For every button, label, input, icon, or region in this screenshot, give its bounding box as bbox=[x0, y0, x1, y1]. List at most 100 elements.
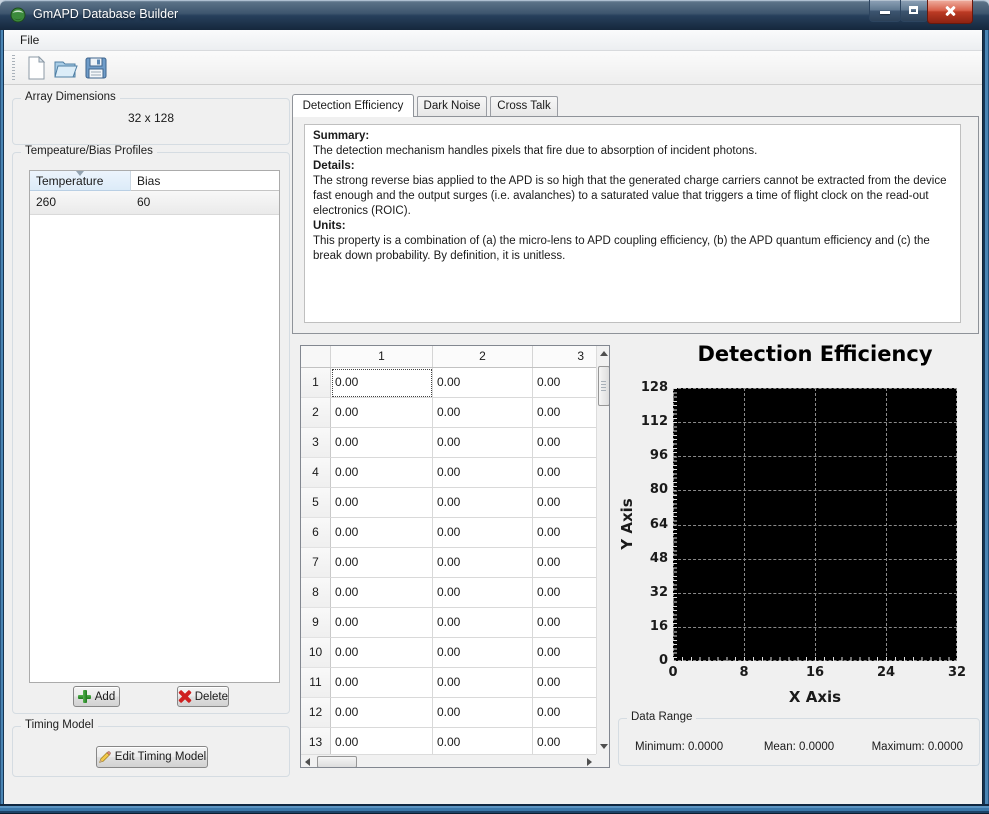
grid-cell[interactable]: 0.00 bbox=[433, 518, 533, 548]
profiles-table-header: Temperature Bias bbox=[30, 171, 279, 191]
grid-cell[interactable]: 0.00 bbox=[533, 488, 596, 518]
minimize-button[interactable] bbox=[869, 0, 901, 22]
scroll-right-icon[interactable] bbox=[587, 758, 592, 766]
grid-column-header-3[interactable]: 3 bbox=[533, 346, 596, 367]
delete-button-label: Delete bbox=[195, 691, 228, 703]
grid-row-header[interactable]: 6 bbox=[301, 518, 331, 548]
close-button[interactable] bbox=[927, 0, 973, 24]
vertical-scroll-thumb[interactable] bbox=[598, 366, 610, 406]
app-window: GmAPD Database Builder File bbox=[0, 0, 989, 814]
delete-button[interactable]: Delete bbox=[177, 686, 229, 707]
scroll-up-icon[interactable] bbox=[600, 351, 608, 356]
grid-cell[interactable]: 0.00 bbox=[533, 518, 596, 548]
grid-cell[interactable]: 0.00 bbox=[331, 488, 433, 518]
toolbar bbox=[4, 51, 982, 85]
grid-cell[interactable]: 0.00 bbox=[533, 578, 596, 608]
profile-temperature-cell[interactable]: 260 bbox=[30, 191, 131, 214]
grid-cell[interactable]: 0.00 bbox=[433, 578, 533, 608]
grid-vertical-scrollbar[interactable] bbox=[596, 346, 609, 754]
grid-row-header[interactable]: 1 bbox=[301, 368, 331, 398]
timing-model-label: Timing Model bbox=[21, 719, 98, 731]
open-file-icon bbox=[53, 56, 79, 80]
grid-cell[interactable]: 0.00 bbox=[433, 428, 533, 458]
app-icon bbox=[10, 7, 26, 23]
maximize-button[interactable] bbox=[900, 0, 928, 22]
grid-cell[interactable]: 0.00 bbox=[433, 698, 533, 728]
y-tick-label: 32 bbox=[650, 585, 668, 601]
grid-cell[interactable]: 0.00 bbox=[331, 668, 433, 698]
grid-column-header-1[interactable]: 1 bbox=[331, 346, 433, 367]
grid-row: 100.000.000.00 bbox=[301, 638, 596, 668]
grid-cell[interactable]: 0.00 bbox=[331, 368, 433, 398]
grid-row: 40.000.000.00 bbox=[301, 458, 596, 488]
toolbar-drag-handle[interactable] bbox=[12, 55, 15, 80]
grid-cell[interactable]: 0.00 bbox=[533, 368, 596, 398]
grid-cell[interactable]: 0.00 bbox=[433, 638, 533, 668]
grid-row-header[interactable]: 5 bbox=[301, 488, 331, 518]
tab-detection-efficiency[interactable]: Detection Efficiency bbox=[292, 94, 414, 117]
grid-horizontal-scrollbar[interactable] bbox=[301, 754, 596, 767]
tab-cross-talk[interactable]: Cross Talk bbox=[490, 96, 558, 117]
horizontal-scroll-thumb[interactable] bbox=[317, 756, 357, 768]
tab-dark-noise[interactable]: Dark Noise bbox=[417, 96, 487, 117]
grid-row-header[interactable]: 3 bbox=[301, 428, 331, 458]
grid-cell[interactable]: 0.00 bbox=[331, 698, 433, 728]
grid-cell[interactable]: 0.00 bbox=[331, 578, 433, 608]
grid-cell[interactable]: 0.00 bbox=[433, 608, 533, 638]
grid-corner-cell[interactable] bbox=[301, 346, 331, 367]
maximum-value: Maximum: 0.0000 bbox=[872, 741, 963, 753]
grid-row-header[interactable]: 8 bbox=[301, 578, 331, 608]
grid-row-header[interactable]: 4 bbox=[301, 458, 331, 488]
edit-timing-model-button[interactable]: Edit Timing Model bbox=[96, 746, 208, 768]
array-dimensions-group: Array Dimensions 32 x 128 bbox=[12, 98, 290, 145]
grid-cell[interactable]: 0.00 bbox=[433, 398, 533, 428]
grid-cell[interactable]: 0.00 bbox=[533, 398, 596, 428]
grid-cell[interactable]: 0.00 bbox=[533, 548, 596, 578]
pencil-icon bbox=[98, 751, 111, 764]
grid-cell[interactable]: 0.00 bbox=[433, 668, 533, 698]
grid-cell[interactable]: 0.00 bbox=[533, 638, 596, 668]
grid-cell[interactable]: 0.00 bbox=[533, 428, 596, 458]
grid-row-header[interactable]: 7 bbox=[301, 548, 331, 578]
grid-cell[interactable]: 0.00 bbox=[433, 458, 533, 488]
grid-cell[interactable]: 0.00 bbox=[533, 698, 596, 728]
grid-row: 110.000.000.00 bbox=[301, 668, 596, 698]
open-file-button[interactable] bbox=[52, 54, 80, 81]
grid-cell[interactable]: 0.00 bbox=[331, 428, 433, 458]
scroll-left-icon[interactable] bbox=[305, 758, 310, 766]
grid-row-header[interactable]: 9 bbox=[301, 608, 331, 638]
grid-cell[interactable]: 0.00 bbox=[331, 608, 433, 638]
grid-column-header-2[interactable]: 2 bbox=[433, 346, 533, 367]
grid-row-header[interactable]: 2 bbox=[301, 398, 331, 428]
grid-cell[interactable]: 0.00 bbox=[433, 728, 533, 754]
x-tick-label: 8 bbox=[724, 665, 764, 680]
grid-row-header[interactable]: 10 bbox=[301, 638, 331, 668]
summary-heading: Summary: bbox=[313, 129, 952, 144]
menu-file[interactable]: File bbox=[12, 30, 47, 47]
grid-cell[interactable]: 0.00 bbox=[433, 548, 533, 578]
column-header-bias[interactable]: Bias bbox=[131, 171, 279, 191]
grid-cell[interactable]: 0.00 bbox=[533, 458, 596, 488]
grid-row-header[interactable]: 13 bbox=[301, 728, 331, 754]
grid-cell[interactable]: 0.00 bbox=[533, 608, 596, 638]
grid-cell[interactable]: 0.00 bbox=[331, 548, 433, 578]
title-bar[interactable]: GmAPD Database Builder bbox=[0, 0, 989, 30]
scroll-down-icon[interactable] bbox=[600, 744, 608, 749]
grid-cell[interactable]: 0.00 bbox=[331, 518, 433, 548]
grid-row-header[interactable]: 11 bbox=[301, 668, 331, 698]
profile-bias-cell[interactable]: 60 bbox=[131, 191, 150, 214]
grid-cell[interactable]: 0.00 bbox=[331, 638, 433, 668]
grid-row-header[interactable]: 12 bbox=[301, 698, 331, 728]
add-button[interactable]: Add bbox=[73, 686, 120, 707]
grid-cell[interactable]: 0.00 bbox=[533, 728, 596, 754]
column-header-temperature[interactable]: Temperature bbox=[30, 171, 131, 191]
grid-cell[interactable]: 0.00 bbox=[433, 368, 533, 398]
profile-row[interactable]: 260 60 bbox=[30, 191, 279, 215]
grid-cell[interactable]: 0.00 bbox=[331, 458, 433, 488]
grid-cell[interactable]: 0.00 bbox=[433, 488, 533, 518]
new-file-button[interactable] bbox=[22, 54, 50, 81]
grid-cell[interactable]: 0.00 bbox=[331, 398, 433, 428]
grid-cell[interactable]: 0.00 bbox=[331, 728, 433, 754]
grid-cell[interactable]: 0.00 bbox=[533, 668, 596, 698]
save-file-button[interactable] bbox=[82, 54, 110, 81]
